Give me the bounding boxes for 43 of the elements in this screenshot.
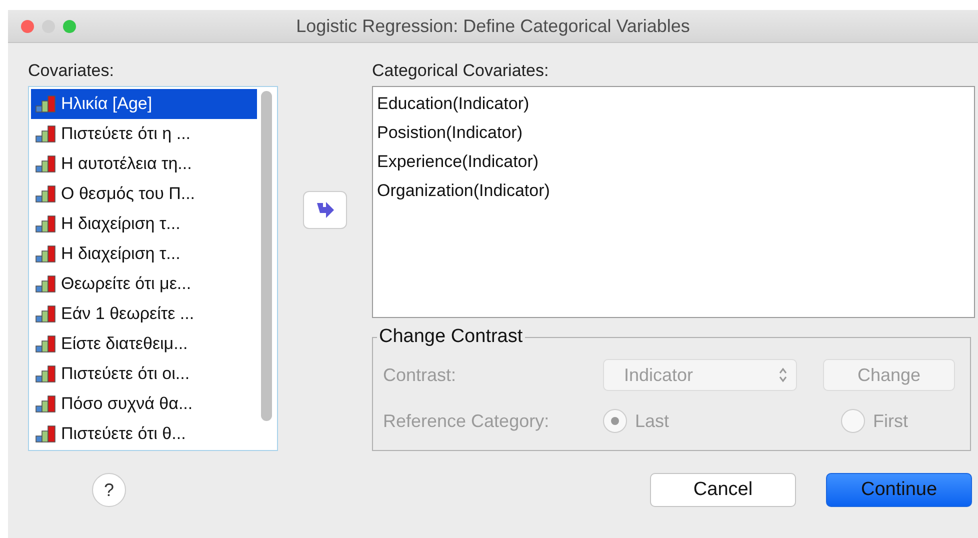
scale-icon — [35, 275, 57, 293]
variable-item[interactable]: Πόσο συχνά θα... — [31, 389, 257, 419]
variable-item[interactable]: Πιστεύετε ότι η ... — [31, 119, 257, 149]
move-button[interactable] — [303, 191, 347, 229]
variable-item[interactable]: Πιστεύετε ότι θ... — [31, 419, 257, 448]
continue-button[interactable]: Continue — [826, 473, 972, 507]
scale-icon — [35, 395, 57, 413]
close-icon[interactable] — [21, 20, 34, 32]
window-title: Logistic Regression: Define Categorical Variables — [295, 16, 691, 36]
variable-item[interactable]: Η αυτοτέλεια τη... — [31, 149, 257, 179]
scale-icon — [35, 305, 57, 323]
variable-item[interactable]: Ηλικία [Age] — [31, 89, 257, 119]
variable-item[interactable]: Ο θεσμός του Π... — [31, 179, 257, 209]
variable-item[interactable]: Πιστεύετε ότι οι... — [31, 359, 257, 389]
scale-icon — [35, 245, 57, 263]
categorical-item[interactable]: Experience(Indicator) — [377, 147, 970, 176]
scale-icon — [35, 425, 57, 443]
stepper-icon — [778, 367, 788, 383]
scale-icon — [35, 155, 57, 173]
variable-item[interactable]: Η διαχείριση τ... — [31, 209, 257, 239]
scale-icon — [35, 125, 57, 143]
scale-icon — [35, 365, 57, 383]
zoom-icon[interactable] — [63, 20, 76, 32]
categorical-item[interactable]: Posistion(Indicator) — [377, 118, 970, 147]
reference-label: Reference Category: — [383, 410, 550, 432]
contrast-label: Contrast: — [383, 364, 458, 386]
arrow-icon — [315, 201, 335, 219]
scale-icon — [35, 95, 57, 113]
variable-item[interactable]: Είστε διατεθειμ... — [31, 329, 257, 359]
scale-icon — [35, 335, 57, 353]
cancel-button[interactable]: Cancel — [650, 473, 796, 507]
categorical-item[interactable]: Organization(Indicator) — [377, 176, 970, 205]
categorical-label: Categorical Covariates: — [372, 61, 550, 81]
scale-icon — [35, 185, 57, 203]
variable-item[interactable]: Εάν 1 θεωρείτε ... — [31, 299, 257, 329]
categorical-item[interactable]: Education(Indicator) — [377, 89, 970, 118]
help-button[interactable]: ? — [92, 473, 126, 507]
covariates-label: Covariates: — [28, 61, 115, 81]
group-title: Change Contrast — [378, 326, 524, 348]
variable-item[interactable]: Η διαχείριση τ... — [31, 239, 257, 269]
scrollbar-thumb[interactable] — [260, 91, 272, 421]
scale-icon — [35, 215, 57, 233]
variable-item[interactable]: Θεωρείτε ότι με... — [31, 269, 257, 299]
